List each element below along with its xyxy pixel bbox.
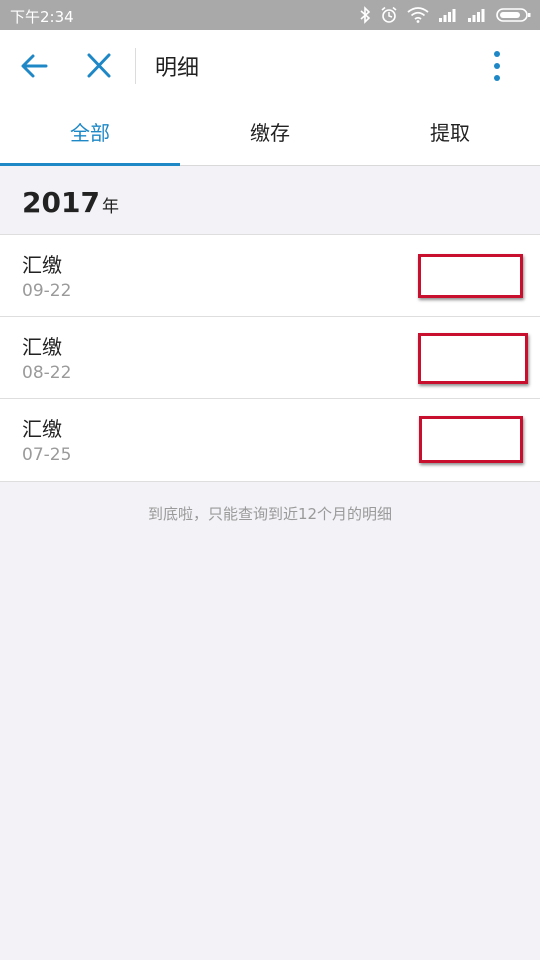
transaction-list: 汇缴 09-22 汇缴 08-22 汇缴 07-25: [0, 234, 540, 482]
back-arrow-icon[interactable]: [18, 50, 54, 82]
wifi-icon: [407, 7, 429, 23]
transaction-type: 汇缴: [22, 417, 62, 441]
tab-bar: 全部 缴存 提取: [0, 102, 540, 166]
transaction-date: 07-25: [22, 445, 72, 465]
close-icon[interactable]: [82, 50, 116, 82]
header-divider: [135, 48, 136, 84]
active-tab-indicator: [0, 163, 180, 166]
end-of-list-note: 到底啦，只能查询到近12个月的明细: [147, 505, 393, 523]
list-item[interactable]: 汇缴 08-22: [0, 317, 540, 399]
redaction-box: [419, 416, 523, 463]
tab-withdraw[interactable]: 提取: [360, 102, 540, 166]
list-item[interactable]: 汇缴 09-22: [0, 235, 540, 317]
transaction-type: 汇缴: [22, 335, 62, 359]
page-title: 明细: [155, 56, 200, 81]
signal-icon: [467, 8, 487, 22]
signal-icon: [438, 8, 458, 22]
list-item[interactable]: 汇缴 07-25: [0, 399, 540, 481]
bluetooth-icon: [359, 6, 371, 24]
battery-icon: [496, 7, 532, 23]
alarm-icon: [380, 6, 398, 24]
year-header: 2017 年: [22, 186, 119, 226]
year-value: 2017: [22, 186, 100, 219]
status-time: 下午2:34: [10, 8, 74, 26]
status-icons: [359, 5, 532, 25]
tab-all[interactable]: 全部: [0, 102, 180, 166]
tab-deposit[interactable]: 缴存: [180, 102, 360, 166]
year-unit: 年: [101, 197, 119, 217]
transaction-date: 09-22: [22, 281, 72, 301]
redaction-box: [418, 333, 528, 384]
transaction-date: 08-22: [22, 363, 72, 383]
transaction-type: 汇缴: [22, 253, 62, 277]
app-bar: 明细: [0, 30, 540, 102]
status-bar: 下午2:34: [0, 0, 540, 30]
redaction-box: [418, 254, 523, 298]
more-options-icon[interactable]: [482, 48, 512, 84]
